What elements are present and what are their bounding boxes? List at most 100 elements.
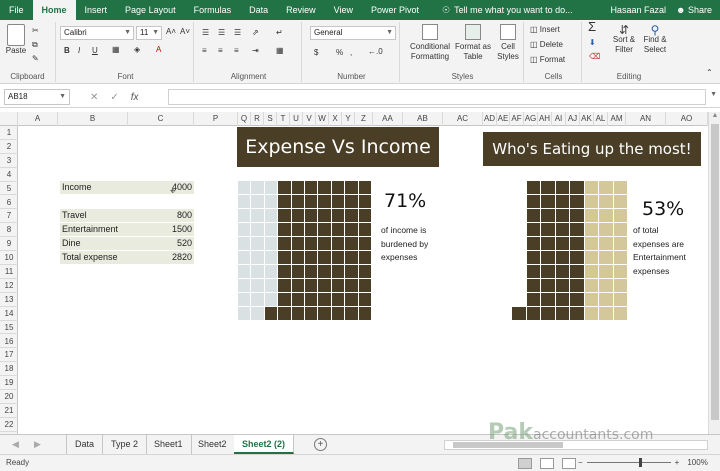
prev-sheet-icon[interactable]: ◀ xyxy=(12,439,19,450)
row-header[interactable]: 11 xyxy=(0,265,18,279)
sheet-tab-type-2[interactable]: Type 2 xyxy=(103,435,148,454)
tell-me-box[interactable]: ☉ Tell me what you want to do... xyxy=(442,5,573,16)
expense-label[interactable]: Entertainment xyxy=(60,223,128,236)
scrollbar-thumb[interactable] xyxy=(711,124,719,420)
total-expense-label[interactable]: Total expense xyxy=(60,251,128,264)
autosum-icon[interactable]: Σ xyxy=(588,20,596,33)
cut-icon[interactable]: ✂ xyxy=(32,26,39,36)
insert-function-button[interactable]: fx xyxy=(131,92,139,103)
align-center-icon[interactable]: ≡ xyxy=(218,46,223,56)
row-header[interactable]: 18 xyxy=(0,362,18,377)
tab-file[interactable]: File xyxy=(0,0,33,20)
row-header[interactable]: 19 xyxy=(0,376,18,391)
row-header[interactable]: 3 xyxy=(0,154,18,168)
shrink-font-icon[interactable]: A˅ xyxy=(180,27,190,37)
column-header[interactable]: Q xyxy=(238,112,251,126)
column-header[interactable]: AN xyxy=(626,112,666,126)
column-header[interactable]: AF xyxy=(510,112,524,126)
cell-styles-button[interactable]: Cell Styles xyxy=(494,24,522,62)
font-color-icon[interactable]: A xyxy=(156,45,161,55)
expense-value[interactable]: 1500 xyxy=(128,223,194,236)
share-button[interactable]: ☻ Share xyxy=(676,5,712,15)
align-left-icon[interactable]: ≡ xyxy=(202,46,207,56)
column-header[interactable]: Y xyxy=(342,112,355,126)
zoom-level[interactable]: 100% xyxy=(687,458,707,467)
sheet-tab-sheet2-2[interactable]: Sheet2 (2) xyxy=(234,435,295,454)
zoom-out-icon[interactable]: − xyxy=(578,458,583,467)
formula-input[interactable] xyxy=(168,89,706,105)
grow-font-icon[interactable]: A˄ xyxy=(166,27,176,37)
increase-decimal-icon[interactable]: ←.0 xyxy=(368,47,383,57)
page-layout-view-icon[interactable] xyxy=(540,458,554,469)
clear-icon[interactable]: ⌫ xyxy=(589,52,600,62)
column-header[interactable]: T xyxy=(277,112,290,126)
column-header[interactable]: B xyxy=(58,112,128,126)
column-header[interactable]: AE xyxy=(497,112,510,126)
page-break-view-icon[interactable] xyxy=(562,458,576,469)
column-header[interactable]: Z xyxy=(355,112,373,126)
tab-data[interactable]: Data xyxy=(240,0,277,20)
column-header[interactable]: P xyxy=(194,112,238,126)
column-header[interactable]: AL xyxy=(594,112,608,126)
row-header[interactable]: 22 xyxy=(0,418,18,432)
row-header[interactable]: 9 xyxy=(0,237,18,252)
sheet-tab-sheet1[interactable]: Sheet1 xyxy=(146,435,192,454)
normal-view-icon[interactable] xyxy=(518,458,532,469)
orientation-icon[interactable]: ⇗ xyxy=(252,28,259,38)
row-header[interactable]: 8 xyxy=(0,223,18,238)
cancel-icon[interactable]: ✕ xyxy=(90,92,98,103)
column-header[interactable]: AO xyxy=(666,112,708,126)
borders-icon[interactable]: ▦ xyxy=(112,45,120,55)
expand-formula-icon[interactable]: ▼ xyxy=(710,91,717,98)
insert-cells-button[interactable]: ◫ Insert xyxy=(530,25,560,35)
row-header[interactable]: 17 xyxy=(0,348,18,363)
paste-button[interactable]: Paste xyxy=(4,24,28,56)
column-header[interactable]: AD xyxy=(483,112,497,126)
comma-button[interactable]: , xyxy=(350,48,352,58)
sheet-tab-data[interactable]: Data xyxy=(66,435,104,454)
column-header[interactable]: C xyxy=(128,112,194,126)
income-label[interactable]: Income xyxy=(60,181,128,194)
column-header[interactable]: AH xyxy=(538,112,552,126)
tab-power-pivot[interactable]: Power Pivot xyxy=(362,0,428,20)
next-sheet-icon[interactable]: ▶ xyxy=(34,439,41,450)
fill-color-icon[interactable]: ◈ xyxy=(134,45,140,55)
expense-label[interactable]: Travel xyxy=(60,209,128,222)
column-header[interactable]: R xyxy=(251,112,264,126)
column-header[interactable]: AI xyxy=(552,112,566,126)
find-select-button[interactable]: ⚲ Find & Select xyxy=(640,24,670,55)
format-cells-button[interactable]: ◫ Format xyxy=(530,55,565,65)
format-painter-icon[interactable]: ✎ xyxy=(32,54,39,64)
column-header[interactable]: S xyxy=(264,112,277,126)
column-header[interactable]: U xyxy=(290,112,303,126)
column-header[interactable]: X xyxy=(329,112,342,126)
currency-button[interactable]: $ xyxy=(314,48,318,58)
collapse-ribbon-icon[interactable]: ⌃ xyxy=(706,68,713,78)
column-header[interactable]: AK xyxy=(580,112,594,126)
zoom-slider-thumb[interactable] xyxy=(638,458,642,467)
row-header[interactable]: 10 xyxy=(0,251,18,265)
row-header[interactable]: 12 xyxy=(0,279,18,293)
tab-insert[interactable]: Insert xyxy=(76,0,117,20)
row-header[interactable]: 16 xyxy=(0,335,18,349)
sheet-tab-sheet2[interactable]: Sheet2 xyxy=(190,435,236,454)
merge-icon[interactable]: ▦ xyxy=(276,46,284,56)
align-right-icon[interactable]: ≡ xyxy=(234,46,239,56)
bold-button[interactable]: B xyxy=(64,46,70,56)
user-name[interactable]: Hasaan Fazal xyxy=(610,5,666,15)
income-value[interactable]: 4000 xyxy=(128,181,194,194)
column-header[interactable]: AJ xyxy=(566,112,580,126)
expense-value[interactable]: 800 xyxy=(128,209,194,222)
align-top-icon[interactable]: ☰ xyxy=(202,28,209,38)
worksheet[interactable]: Income 4000 Travel 800 Entertainment 150… xyxy=(18,126,708,434)
align-bottom-icon[interactable]: ☰ xyxy=(234,28,241,38)
zoom-in-icon[interactable]: + xyxy=(675,458,680,467)
vertical-scrollbar[interactable]: ▲ xyxy=(708,112,720,434)
percent-button[interactable]: % xyxy=(336,48,343,58)
select-all-corner[interactable] xyxy=(0,112,18,126)
row-header[interactable]: 4 xyxy=(0,168,18,182)
total-expense-value[interactable]: 2820 xyxy=(128,251,194,264)
wrap-text-icon[interactable]: ↵ xyxy=(276,28,283,38)
add-sheet-icon[interactable]: + xyxy=(314,438,327,451)
underline-button[interactable]: U xyxy=(92,46,98,56)
